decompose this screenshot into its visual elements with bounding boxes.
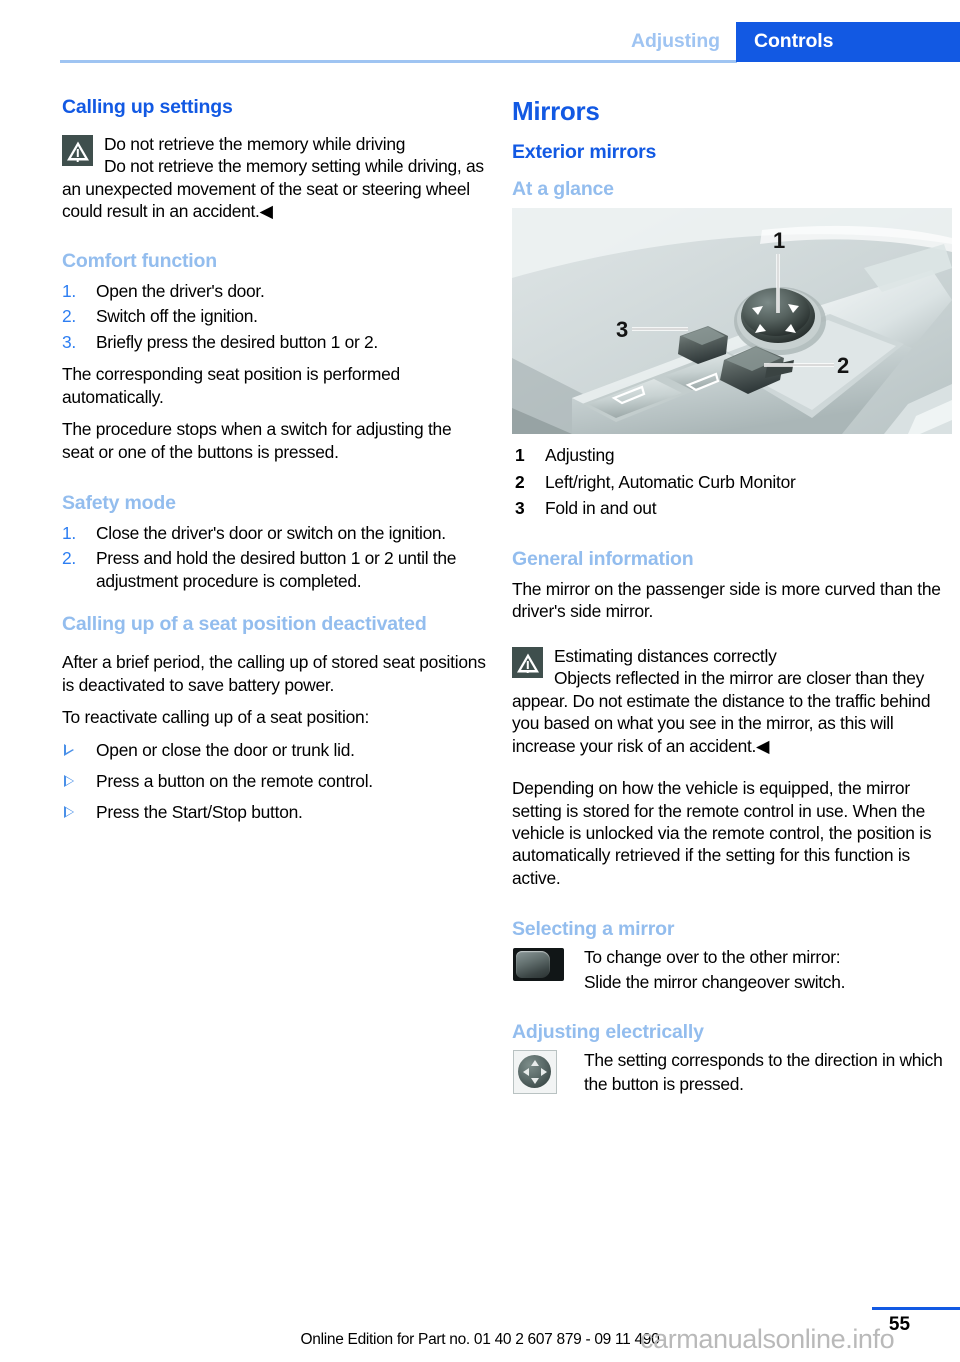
joystick-button-icon xyxy=(513,1049,557,1094)
page-header: Adjusting Controls xyxy=(0,0,960,68)
step-text: Open the driver's door. xyxy=(96,280,265,301)
header-section-label: Adjusting xyxy=(630,30,720,52)
safety-mode-steps: 1. Close the driver's door or switch on … xyxy=(62,522,486,592)
footer-divider-rule xyxy=(872,1307,960,1310)
general-paragraph-2: Depending on how the vehicle is equipped… xyxy=(512,778,932,888)
selecting-mirror-line-2: Slide the mirror changeover switch. xyxy=(584,972,846,993)
heading-comfort-function: Comfort function xyxy=(62,249,217,272)
warning-block-memory: Do not retrieve the memory while driving… xyxy=(62,133,486,223)
list-item: 1. Close the driver's door or switch on … xyxy=(62,522,486,544)
figure-callout-1: 1 xyxy=(773,228,785,253)
warning-body: Objects reflected in the mirror are clos… xyxy=(512,668,931,756)
comfort-paragraph-1: The corresponding seat position is perfo… xyxy=(62,364,400,407)
comfort-function-steps: 1. Open the driver's door. 2. Switch off… xyxy=(62,280,486,353)
figure-callout-3: 3 xyxy=(616,317,628,342)
figure-legend: 1 Adjusting 2 Left/right, Automatic Curb… xyxy=(512,442,952,522)
legend-text: Fold in and out xyxy=(545,498,657,519)
warning-triangle-icon xyxy=(62,135,93,166)
selecting-mirror-line-1: To change over to the other mirror: xyxy=(584,947,841,968)
step-number: 1. xyxy=(62,280,76,301)
step-number: 3. xyxy=(62,331,76,352)
legend-number: 3 xyxy=(515,498,525,519)
deactivated-paragraph-2: To reactivate calling up of a seat posit… xyxy=(62,707,370,728)
header-chapter-tab-label: Controls xyxy=(754,30,834,52)
page-title: Mirrors xyxy=(512,96,600,126)
comfort-paragraph-2: The procedure stops when a switch for ad… xyxy=(62,419,452,462)
step-text: Close the driver's door or switch on the… xyxy=(96,522,446,543)
door-panel-mirror-controls-illustration: 1 2 3 xyxy=(512,208,952,434)
list-item: 1 Adjusting xyxy=(512,442,952,469)
triangle-bullet-icon xyxy=(64,774,74,787)
figure-callout-2: 2 xyxy=(837,353,849,378)
step-text: Press and hold the desired button 1 or 2… xyxy=(96,548,457,591)
heading-safety-mode: Safety mode xyxy=(62,491,176,514)
list-item: 2 Left/right, Automatic Curb Monitor xyxy=(512,469,952,496)
list-item: 2. Press and hold the desired button 1 o… xyxy=(62,547,486,592)
step-number: 2. xyxy=(62,306,76,327)
legend-text: Adjusting xyxy=(545,445,615,465)
step-number: 1. xyxy=(62,522,76,543)
legend-text: Left/right, Automatic Curb Monitor xyxy=(545,471,796,492)
step-text: Briefly press the desired button 1 or 2. xyxy=(96,331,378,352)
list-item: Press the Start/Stop button. xyxy=(62,801,486,823)
deactivated-paragraph-1: After a brief period, the calling up of … xyxy=(62,652,486,695)
list-item: Open or close the door or trunk lid. xyxy=(62,739,486,761)
footer-edition-text: Online Edition for Part no. 01 40 2 607 … xyxy=(300,1331,660,1348)
adjusting-electrically-row: The setting corresponds to the direction… xyxy=(512,1048,952,1097)
triangle-bullet-icon xyxy=(64,806,74,819)
list-item: 3 Fold in and out xyxy=(512,495,952,522)
reactivate-bullet-list: Open or close the door or trunk lid. Pre… xyxy=(62,739,486,824)
bullet-text: Open or close the door or trunk lid. xyxy=(96,739,355,760)
general-paragraph-1: The mirror on the passenger side is more… xyxy=(512,578,941,622)
warning-block-distances: Estimating distances correctly Objects r… xyxy=(512,645,952,757)
legend-number: 1 xyxy=(515,445,525,465)
heading-calling-up-deactivated: Calling up of a seat position deactivate… xyxy=(62,613,427,636)
rocker-switch-icon xyxy=(513,948,564,982)
warning-title: Estimating distances correctly xyxy=(554,645,777,666)
heading-general-information: General information xyxy=(512,547,694,570)
right-column: Mirrors Exterior mirrors At a glance 1 2… xyxy=(512,96,952,1097)
heading-adjusting-electrically: Adjusting electrically xyxy=(512,1020,704,1043)
list-item: 1. Open the driver's door. xyxy=(62,280,486,302)
warning-triangle-icon xyxy=(512,646,543,678)
selecting-mirror-row: To change over to the other mirror: Slid… xyxy=(512,945,952,994)
heading-exterior-mirrors: Exterior mirrors xyxy=(512,141,657,163)
legend-number: 2 xyxy=(515,471,525,492)
step-text: Switch off the ignition. xyxy=(96,306,258,327)
bullet-text: Press the Start/Stop button. xyxy=(96,802,303,823)
triangle-bullet-icon xyxy=(64,743,74,756)
heading-calling-up-settings: Calling up settings xyxy=(62,96,233,118)
step-number: 2. xyxy=(62,548,76,569)
list-item: Press a button on the remote control. xyxy=(62,770,486,792)
heading-at-a-glance: At a glance xyxy=(512,178,614,200)
list-item: 3. Briefly press the desired button 1 or… xyxy=(62,331,486,353)
warning-body: Do not retrieve the memory setting while… xyxy=(62,156,484,222)
header-divider-rule xyxy=(60,60,737,63)
bullet-text: Press a button on the remote control. xyxy=(96,770,373,791)
list-item: 2. Switch off the ignition. xyxy=(62,305,486,327)
adjusting-electrically-text: The setting corresponds to the direction… xyxy=(584,1049,943,1095)
left-column: Calling up settings Do not retrieve the … xyxy=(62,96,486,833)
heading-selecting-a-mirror: Selecting a mirror xyxy=(512,918,675,941)
warning-title: Do not retrieve the memory while driving xyxy=(104,134,406,154)
header-chapter-tab: Controls xyxy=(736,22,960,62)
